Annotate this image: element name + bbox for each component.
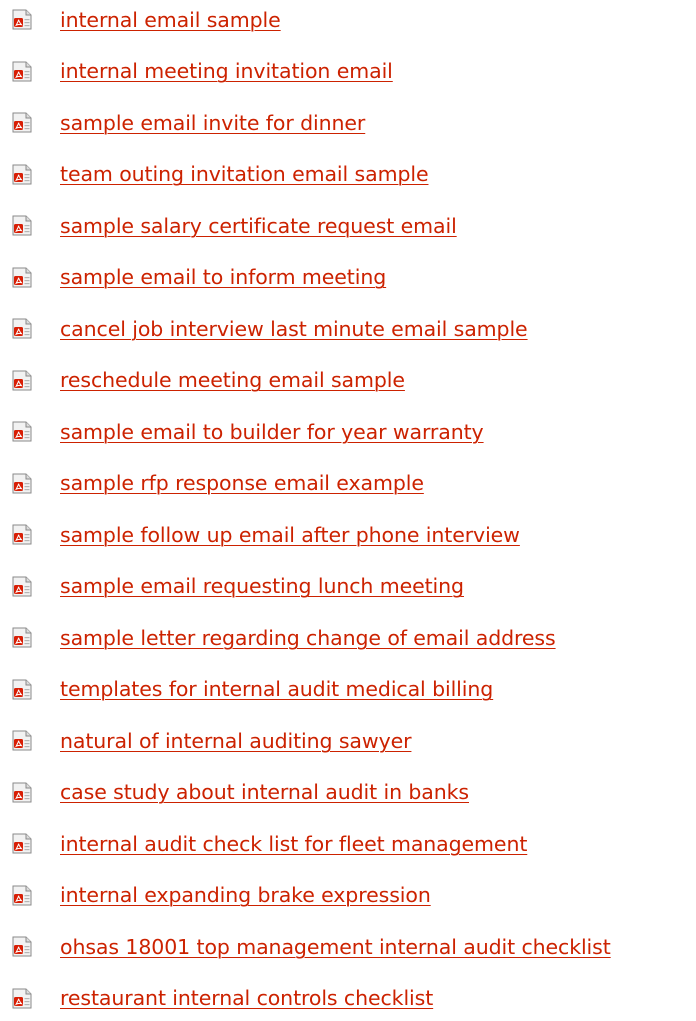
document-link[interactable]: sample email requesting lunch meeting <box>60 574 464 598</box>
document-link[interactable]: cancel job interview last minute email s… <box>60 317 528 341</box>
pdf-file-icon <box>12 782 32 803</box>
document-link[interactable]: sample letter regarding change of email … <box>60 626 556 650</box>
list-item: sample email invite for dinner <box>0 97 696 149</box>
pdf-file-icon <box>12 473 32 494</box>
list-item: reschedule meeting email sample <box>0 355 696 407</box>
list-item: internal email sample <box>0 0 696 46</box>
pdf-file-icon <box>12 112 32 133</box>
list-item: sample follow up email after phone inter… <box>0 509 696 561</box>
link-list: internal email sample internal meeting in… <box>0 0 696 1021</box>
pdf-file-icon <box>12 421 32 442</box>
document-link[interactable]: sample salary certificate request email <box>60 214 457 238</box>
list-item: sample salary certificate request email <box>0 200 696 252</box>
pdf-file-icon <box>12 9 32 30</box>
list-item: ohsas 18001 top management internal audi… <box>0 921 696 973</box>
document-link[interactable]: reschedule meeting email sample <box>60 368 405 392</box>
pdf-file-icon <box>12 524 32 545</box>
pdf-file-icon <box>12 730 32 751</box>
list-item: internal expanding brake expression <box>0 870 696 922</box>
document-link[interactable]: sample follow up email after phone inter… <box>60 523 520 547</box>
pdf-file-icon <box>12 679 32 700</box>
list-item: restaurant internal controls checklist <box>0 973 696 1021</box>
document-link[interactable]: sample email invite for dinner <box>60 111 365 135</box>
document-link[interactable]: case study about internal audit in banks <box>60 780 469 804</box>
document-link[interactable]: internal meeting invitation email <box>60 59 393 83</box>
pdf-file-icon <box>12 627 32 648</box>
list-item: sample email requesting lunch meeting <box>0 561 696 613</box>
list-item: natural of internal auditing sawyer <box>0 715 696 767</box>
list-item: templates for internal audit medical bil… <box>0 664 696 716</box>
document-link[interactable]: restaurant internal controls checklist <box>60 986 433 1010</box>
list-item: cancel job interview last minute email s… <box>0 303 696 355</box>
list-item: case study about internal audit in banks <box>0 767 696 819</box>
document-link[interactable]: team outing invitation email sample <box>60 162 429 186</box>
document-link[interactable]: sample email to builder for year warrant… <box>60 420 484 444</box>
list-item: internal meeting invitation email <box>0 46 696 98</box>
document-link[interactable]: ohsas 18001 top management internal audi… <box>60 935 611 959</box>
document-link[interactable]: internal expanding brake expression <box>60 883 431 907</box>
pdf-file-icon <box>12 370 32 391</box>
list-item: sample letter regarding change of email … <box>0 612 696 664</box>
list-item: team outing invitation email sample <box>0 149 696 201</box>
document-link[interactable]: sample rfp response email example <box>60 471 424 495</box>
document-link[interactable]: natural of internal auditing sawyer <box>60 729 412 753</box>
pdf-file-icon <box>12 936 32 957</box>
list-item: sample rfp response email example <box>0 458 696 510</box>
pdf-file-icon <box>12 988 32 1009</box>
document-link[interactable]: templates for internal audit medical bil… <box>60 677 493 701</box>
pdf-file-icon <box>12 215 32 236</box>
pdf-file-icon <box>12 61 32 82</box>
pdf-file-icon <box>12 164 32 185</box>
document-link[interactable]: internal email sample <box>60 8 281 32</box>
document-link[interactable]: sample email to inform meeting <box>60 265 386 289</box>
pdf-file-icon <box>12 833 32 854</box>
list-item: sample email to builder for year warrant… <box>0 406 696 458</box>
pdf-file-icon <box>12 576 32 597</box>
list-item: sample email to inform meeting <box>0 252 696 304</box>
document-link[interactable]: internal audit check list for fleet mana… <box>60 832 527 856</box>
pdf-file-icon <box>12 885 32 906</box>
list-item: internal audit check list for fleet mana… <box>0 818 696 870</box>
pdf-file-icon <box>12 318 32 339</box>
pdf-file-icon <box>12 267 32 288</box>
